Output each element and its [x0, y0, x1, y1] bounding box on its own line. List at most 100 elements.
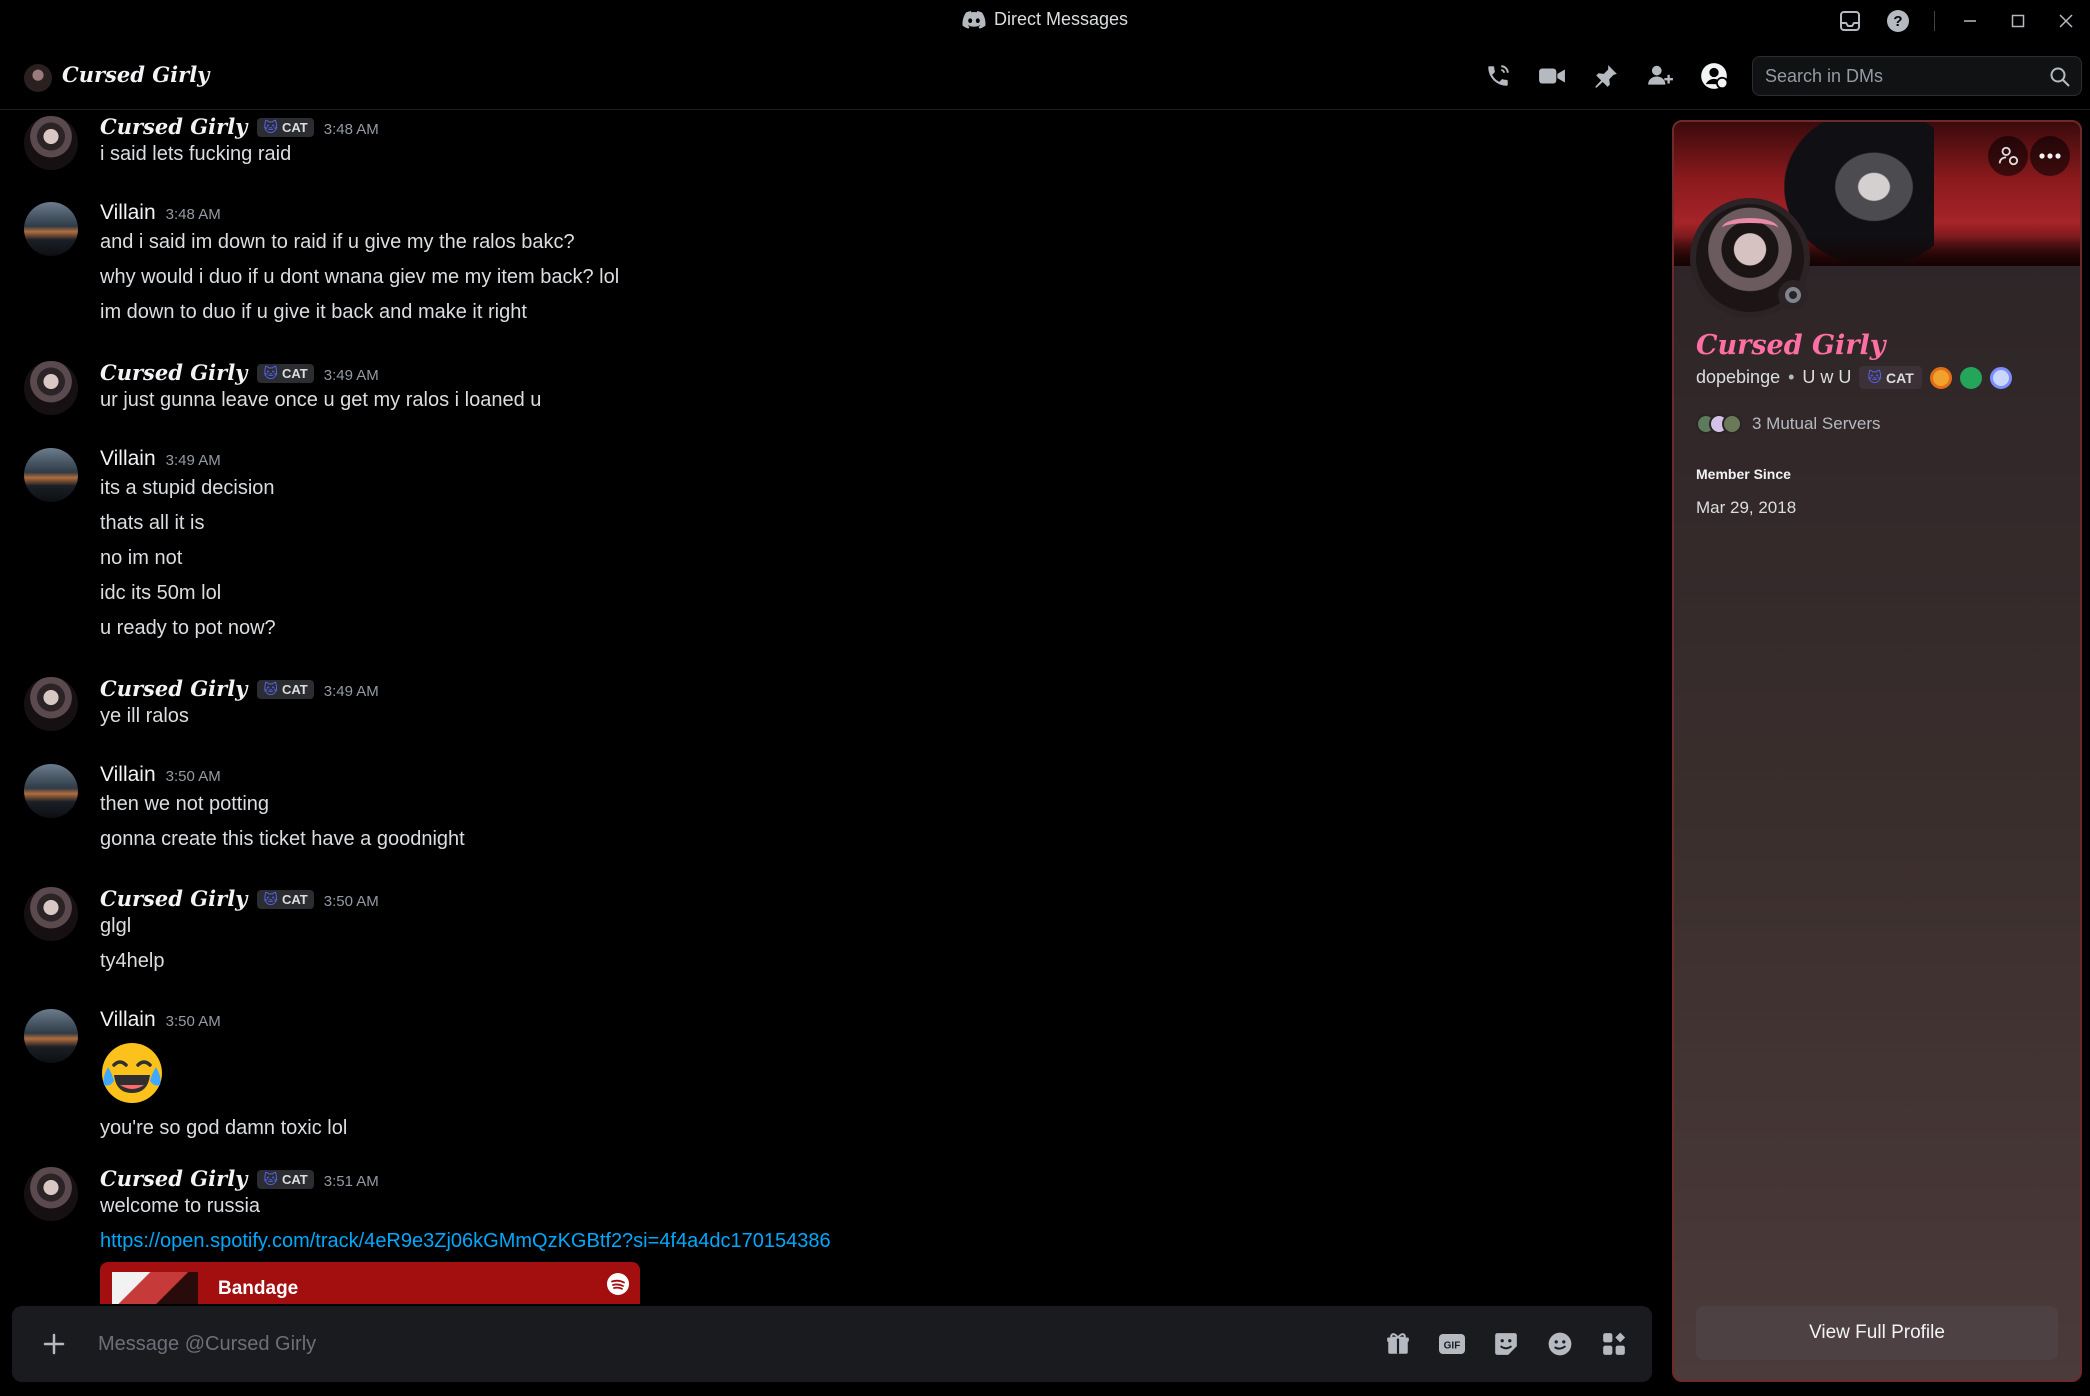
clan-tag[interactable]: 🐱 CAT [257, 890, 314, 909]
user-profile-panel: Cursed Girly dopebinge • U w U 🐱 CAT 3 Mu… [1672, 120, 2082, 1382]
spotify-embed[interactable]: Bandage [100, 1262, 640, 1304]
maximize-icon[interactable] [1994, 0, 2042, 42]
avatar[interactable] [24, 1167, 78, 1221]
server-icon [1722, 414, 1742, 434]
message-text: welcome to russia [100, 1195, 261, 1217]
dm-user-avatar[interactable] [24, 64, 52, 92]
avatar[interactable] [24, 677, 78, 731]
message-text: no im not [100, 547, 183, 569]
message-text: then we not potting [100, 793, 270, 815]
message-timestamp: 3:49 AM [323, 367, 379, 384]
message-author[interactable]: Cursed Girly [100, 360, 247, 385]
separator-dot: • [1788, 367, 1795, 387]
message-author[interactable]: Villain [100, 1008, 156, 1032]
clan-tag[interactable]: 🐱 CAT [257, 118, 314, 137]
add-friend-icon[interactable] [1988, 136, 2028, 176]
minimize-icon[interactable] [1946, 0, 1994, 42]
window-titlebar: Direct Messages ? [0, 0, 2090, 42]
avatar[interactable] [24, 887, 78, 941]
clan-tag[interactable]: 🐱 CAT [1859, 366, 1922, 389]
window-title: Direct Messages [0, 9, 2090, 30]
clan-tag-label: CAT [282, 892, 308, 907]
message-text: and i said im down to raid if u give my … [100, 231, 575, 253]
avatar[interactable] [24, 1009, 78, 1063]
clan-tag-label: CAT [282, 1172, 308, 1187]
voice-call-icon[interactable] [1480, 58, 1516, 94]
channel-header: Cursed Girly [0, 42, 2090, 110]
user-profile-toggle-icon[interactable] [1696, 58, 1732, 94]
message-list: Cursed Girly 🐱 CAT 3:48 AM i said lets fu… [0, 110, 1660, 1304]
clan-tag-label: CAT [282, 120, 308, 135]
cat-icon: 🐱 [263, 891, 278, 907]
avatar[interactable] [24, 448, 78, 502]
hypesquad-badge-icon[interactable] [1929, 366, 1952, 389]
album-art[interactable] [112, 1272, 198, 1304]
channel-title[interactable]: Cursed Girly [62, 62, 209, 87]
avatar[interactable] [24, 764, 78, 818]
svg-text:?: ? [1893, 13, 1902, 30]
message-text: ty4help [100, 950, 165, 972]
message-text: im down to duo if u give it back and mak… [100, 301, 527, 323]
avatar[interactable] [24, 116, 78, 170]
gif-icon[interactable]: GIF [1434, 1326, 1470, 1362]
message-author[interactable]: Cursed Girly [100, 676, 247, 701]
hair-accent [1722, 218, 1778, 238]
message-composer: GIF [12, 1306, 1652, 1382]
view-full-profile-button[interactable]: View Full Profile [1696, 1306, 2058, 1360]
clan-tag[interactable]: 🐱 CAT [257, 364, 314, 383]
message-input[interactable] [98, 1324, 1298, 1364]
cat-icon: 🐱 [263, 365, 278, 381]
originally-known-as-badge-icon[interactable] [1959, 366, 1982, 389]
profile-display-name: Cursed Girly [1696, 330, 1886, 361]
apps-icon[interactable] [1596, 1326, 1632, 1362]
spotify-link[interactable]: https://open.spotify.com/track/4eR9e3Zj0… [100, 1230, 831, 1253]
avatar[interactable] [24, 361, 78, 415]
message-text: idc its 50m lol [100, 582, 222, 604]
clan-tag[interactable]: 🐱 CAT [257, 1170, 314, 1189]
cat-icon: 🐱 [263, 1171, 278, 1187]
mutual-servers-label: 3 Mutual Servers [1752, 414, 1881, 433]
message-text: u ready to pot now? [100, 617, 276, 639]
profile-pronouns: U w U [1802, 367, 1852, 387]
member-since-date: Mar 29, 2018 [1696, 498, 1797, 517]
cat-icon: 🐱 [1867, 369, 1883, 385]
tears-of-joy-emoji-icon[interactable] [100, 1041, 164, 1105]
clan-tag[interactable]: 🐱 CAT [257, 680, 314, 699]
mutual-servers[interactable]: 3 Mutual Servers [1696, 414, 1881, 434]
message-timestamp: 3:49 AM [165, 452, 221, 469]
help-icon[interactable]: ? [1874, 0, 1922, 42]
message-text: i said lets fucking raid [100, 143, 292, 165]
message-author[interactable]: Villain [100, 201, 156, 225]
search-box[interactable] [1752, 56, 2082, 96]
message-author[interactable]: Villain [100, 447, 156, 471]
mutual-server-icons [1696, 414, 1742, 434]
profile-username[interactable]: dopebinge [1696, 367, 1780, 388]
upload-plus-icon[interactable] [36, 1326, 72, 1362]
emoji-picker-icon[interactable] [1542, 1326, 1578, 1362]
video-call-icon[interactable] [1534, 58, 1570, 94]
clan-tag-label: CAT [1886, 369, 1914, 386]
message-author[interactable]: Villain [100, 763, 156, 787]
inbox-icon[interactable] [1826, 0, 1874, 42]
search-input[interactable] [1765, 57, 2035, 95]
gift-icon[interactable] [1380, 1326, 1416, 1362]
cat-icon: 🐱 [263, 681, 278, 697]
sticker-icon[interactable] [1488, 1326, 1524, 1362]
message-author[interactable]: Cursed Girly [100, 114, 247, 139]
message-author[interactable]: Cursed Girly [100, 1166, 247, 1191]
window-title-text: Direct Messages [993, 9, 1129, 29]
nitro-boost-badge-icon[interactable] [1989, 366, 2012, 389]
message-text: glgl [100, 915, 132, 937]
profile-username-row: dopebinge • U w U 🐱 CAT [1696, 366, 2012, 389]
message-text: its a stupid decision [100, 477, 275, 499]
more-options-icon[interactable] [2030, 136, 2070, 176]
message-author[interactable]: Cursed Girly [100, 886, 247, 911]
status-offline-icon [1778, 280, 1808, 310]
close-icon[interactable] [2042, 0, 2090, 42]
message-timestamp: 3:50 AM [165, 768, 221, 785]
avatar[interactable] [24, 202, 78, 256]
message-timestamp: 3:50 AM [323, 893, 379, 910]
add-friends-to-dm-icon[interactable] [1642, 58, 1678, 94]
pinned-messages-icon[interactable] [1588, 58, 1624, 94]
embed-track-title[interactable]: Bandage [218, 1278, 298, 1300]
